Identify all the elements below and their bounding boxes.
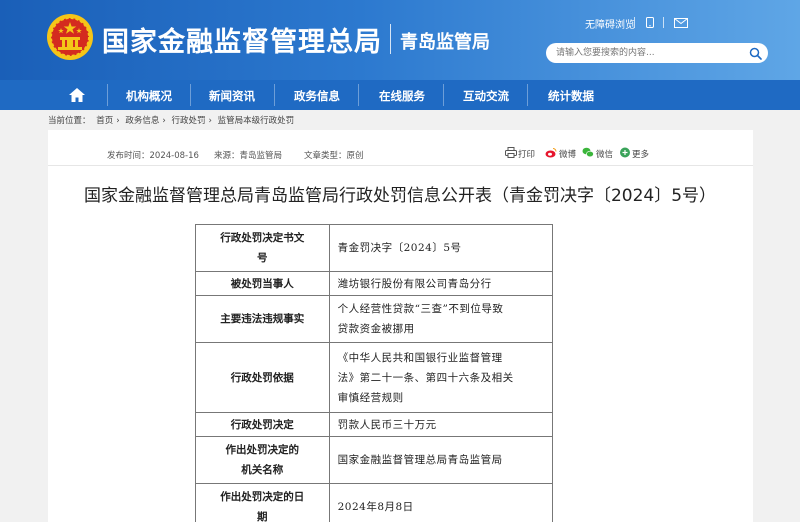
nav-item-statistics[interactable]: 统计数据 xyxy=(548,88,594,104)
more-share-button[interactable]: 更多 xyxy=(632,148,649,160)
doc-type: 文章类型：原创 xyxy=(304,151,364,161)
breadcrumb-prefix: 当前位置： xyxy=(48,116,91,126)
table-row: 行政处罚决定 罚款人民币三十万元 xyxy=(195,412,554,437)
breadcrumb-government-info[interactable]: 政务信息 xyxy=(125,116,159,126)
row-value: 个人经营性贷款“三查”不到位导致 贷款资金被挪用 xyxy=(328,295,554,343)
breadcrumb-home[interactable]: 首页 xyxy=(96,116,113,126)
table-row: 主要违法违规事实 个人经营性贷款“三查”不到位导致 贷款资金被挪用 xyxy=(195,295,554,343)
table-row: 作出处罚决定的 机关名称 国家金融监督管理总局青岛监管局 xyxy=(195,436,554,484)
nav-separator xyxy=(190,84,191,106)
row-key: 作出处罚决定的日期 xyxy=(195,483,330,522)
site-title[interactable]: 国家金融监督管理总局 xyxy=(102,20,382,59)
table-row: 行政处罚决定书文号 青金罚决字〔2024〕5号 xyxy=(195,224,554,272)
nav-separator xyxy=(443,84,444,106)
nav-item-online-services[interactable]: 在线服务 xyxy=(379,88,425,104)
national-emblem-icon xyxy=(47,14,93,60)
weibo-icon[interactable] xyxy=(545,147,557,158)
document-title: 国家金融监督管理总局青岛监管局行政处罚信息公开表（青金罚决字〔2024〕5号） xyxy=(83,186,717,206)
wechat-icon[interactable] xyxy=(582,147,594,158)
row-value: 罚款人民币三十万元 xyxy=(328,412,554,437)
util-separator xyxy=(634,17,635,28)
table-row: 作出处罚决定的日期 2024年8月8日 xyxy=(195,483,554,522)
nav-separator xyxy=(107,84,108,106)
site-subtitle[interactable]: 青岛监管局 xyxy=(400,28,490,54)
nav-item-about[interactable]: 机构概况 xyxy=(126,88,172,104)
row-value: 2024年8月8日 xyxy=(328,483,554,522)
breadcrumb-local-penalties[interactable]: 监管局本级行政处罚 xyxy=(218,116,295,126)
nav-item-government-info[interactable]: 政务信息 xyxy=(294,88,340,104)
home-icon[interactable] xyxy=(68,87,86,103)
util-separator xyxy=(663,17,664,28)
table-row: 被处罚当事人 潍坊银行股份有限公司青岛分行 xyxy=(195,271,554,296)
row-key: 作出处罚决定的 机关名称 xyxy=(195,436,330,484)
nav-separator xyxy=(527,84,528,106)
row-key: 主要违法违规事实 xyxy=(195,295,330,343)
search-input[interactable] xyxy=(546,43,768,63)
weibo-share-button[interactable]: 微博 xyxy=(559,148,576,160)
title-divider xyxy=(390,24,391,54)
row-key: 被处罚当事人 xyxy=(195,271,330,296)
search-icon[interactable] xyxy=(749,47,762,60)
row-key: 行政处罚决定 xyxy=(195,412,330,437)
source: 来源：青岛监管局 xyxy=(214,151,283,161)
accessibility-link[interactable]: 无障碍浏览 xyxy=(585,16,635,31)
nav-item-news[interactable]: 新闻资讯 xyxy=(209,88,255,104)
row-value: 青金罚决字〔2024〕5号 xyxy=(328,224,554,272)
publish-time: 发布时间：2024-08-16 xyxy=(107,151,199,161)
row-value: 潍坊银行股份有限公司青岛分行 xyxy=(328,271,554,296)
print-icon[interactable] xyxy=(505,147,517,158)
breadcrumb: 当前位置： 首页 › 政务信息 › 行政处罚 › 监管局本级行政处罚 xyxy=(48,116,295,126)
mobile-icon[interactable] xyxy=(645,17,655,28)
penalty-info-table: 行政处罚决定书文号 青金罚决字〔2024〕5号 被处罚当事人 潍坊银行股份有限公… xyxy=(195,224,554,522)
row-value: 国家金融监督管理总局青岛监管局 xyxy=(328,436,554,484)
nav-item-interaction[interactable]: 互动交流 xyxy=(463,88,509,104)
row-key: 行政处罚依据 xyxy=(195,342,330,413)
row-value: 《中华人民共和国银行业监督管理 法》第二十一条、第四十六条及相关 审慎经营规则 xyxy=(328,342,554,413)
nav-separator xyxy=(358,84,359,106)
meta-divider xyxy=(48,165,753,166)
wechat-share-button[interactable]: 微信 xyxy=(596,148,613,160)
print-button[interactable]: 打印 xyxy=(518,148,535,160)
row-key: 行政处罚决定书文号 xyxy=(195,224,330,272)
table-row: 行政处罚依据 《中华人民共和国银行业监督管理 法》第二十一条、第四十六条及相关 审慎… xyxy=(195,342,554,413)
mail-icon[interactable] xyxy=(674,18,688,28)
more-icon[interactable] xyxy=(619,147,631,158)
nav-separator xyxy=(274,84,275,106)
breadcrumb-penalties[interactable]: 行政处罚 xyxy=(171,116,205,126)
